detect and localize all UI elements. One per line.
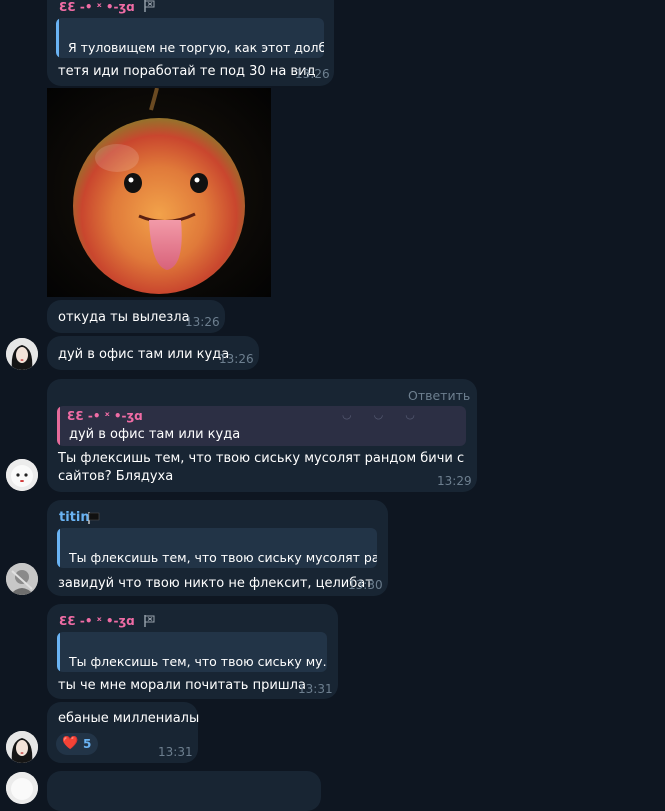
- reply-quote[interactable]: ƐƐ -• ˣ •-ʒɑ дуй в офис там или куда ◡◡◡: [57, 406, 466, 446]
- message-time: 13:31: [298, 682, 333, 696]
- avatar[interactable]: [6, 459, 38, 491]
- avatar[interactable]: [6, 338, 38, 370]
- sender-name[interactable]: ƐƐ -• ˣ •-ʒɑ: [59, 0, 135, 14]
- message-time: 13:26: [219, 352, 254, 366]
- message-bubble[interactable]: Ответить ƐƐ -• ˣ •-ʒɑ дуй в офис там или…: [47, 379, 477, 492]
- hello-kitty-pattern-icon: ◡◡◡: [342, 408, 437, 421]
- pirate-flag-icon: [142, 613, 156, 627]
- quote-sender: ƐƐ -• ˣ •-ʒɑ: [67, 409, 143, 423]
- pirate-flag-icon: [142, 0, 156, 12]
- reply-button[interactable]: Ответить: [408, 388, 470, 403]
- reply-quote[interactable]: Ты флексишь тем, что твою сиську му...: [57, 632, 327, 672]
- avatar-white-face-icon: [6, 459, 38, 491]
- black-flag-icon: [87, 510, 101, 524]
- message-bubble[interactable]: titin Ты флексишь тем, что твою сиську м…: [47, 500, 388, 596]
- message-bubble[interactable]: [47, 771, 321, 811]
- message-bubble[interactable]: откуда ты вылезла 13:26: [47, 300, 225, 333]
- message-text: ты че мне морали почитать пришла: [58, 678, 306, 693]
- message-text: завидуй что твою никто не флексит, целиб…: [58, 576, 373, 591]
- quote-bar: [57, 406, 60, 446]
- quote-text: Ты флексишь тем, что твою сиську му...: [69, 654, 327, 669]
- message-text: сайтов? Блядуха: [58, 469, 174, 484]
- sender-name[interactable]: titin: [59, 510, 90, 525]
- message-bubble[interactable]: ƐƐ -• ˣ •-ʒɑ Я туловищем не торгую, как …: [47, 0, 334, 86]
- message-text: Ты флексишь тем, что твою сиську мусолят…: [58, 451, 465, 466]
- message-text: откуда ты вылезла: [58, 310, 190, 325]
- avatar-white-face-icon: [6, 772, 38, 804]
- message-time: 13:30: [348, 578, 383, 592]
- message-bubble[interactable]: ебаные миллениалы ❤️ 5 13:31: [47, 702, 200, 763]
- reaction-count: 5: [83, 737, 92, 751]
- avatar-girl-icon: [6, 731, 38, 763]
- apple-with-tongue-photo: [47, 88, 271, 297]
- quote-bar: [57, 528, 60, 568]
- reply-quote[interactable]: Я туловищем не торгую, как этот долб...: [56, 18, 324, 58]
- message-photo[interactable]: [47, 88, 271, 297]
- quote-bar: [57, 632, 60, 672]
- sender-name[interactable]: ƐƐ -• ˣ •-ʒɑ: [59, 614, 135, 628]
- message-text: дуй в офис там или куда: [58, 347, 230, 362]
- message-time: 13:29: [437, 474, 472, 488]
- reaction-chip[interactable]: ❤️ 5: [56, 733, 98, 755]
- quote-bar: [56, 18, 59, 58]
- avatar[interactable]: [6, 563, 38, 595]
- message-time: 13:26: [295, 67, 330, 81]
- avatar-photo-icon: [6, 563, 38, 595]
- quote-text: Ты флексишь тем, что твою сиську мусолят…: [69, 550, 377, 565]
- message-time: 13:31: [158, 745, 193, 759]
- message-text: ебаные миллениалы: [58, 711, 200, 726]
- avatar[interactable]: [6, 731, 38, 763]
- message-time: 13:26: [185, 315, 220, 329]
- message-text: тетя иди поработай те под 30 на вид: [58, 64, 316, 79]
- quote-text: дуй в офис там или куда: [69, 427, 241, 442]
- reply-quote[interactable]: Ты флексишь тем, что твою сиську мусолят…: [57, 528, 377, 568]
- message-bubble[interactable]: дуй в офис там или куда 13:26: [47, 336, 259, 370]
- heart-icon: ❤️: [62, 736, 79, 751]
- quote-text: Я туловищем не торгую, как этот долб...: [68, 40, 324, 55]
- avatar-girl-icon: [6, 338, 38, 370]
- avatar[interactable]: [6, 772, 38, 804]
- message-bubble[interactable]: ƐƐ -• ˣ •-ʒɑ Ты флексишь тем, что твою с…: [47, 604, 338, 699]
